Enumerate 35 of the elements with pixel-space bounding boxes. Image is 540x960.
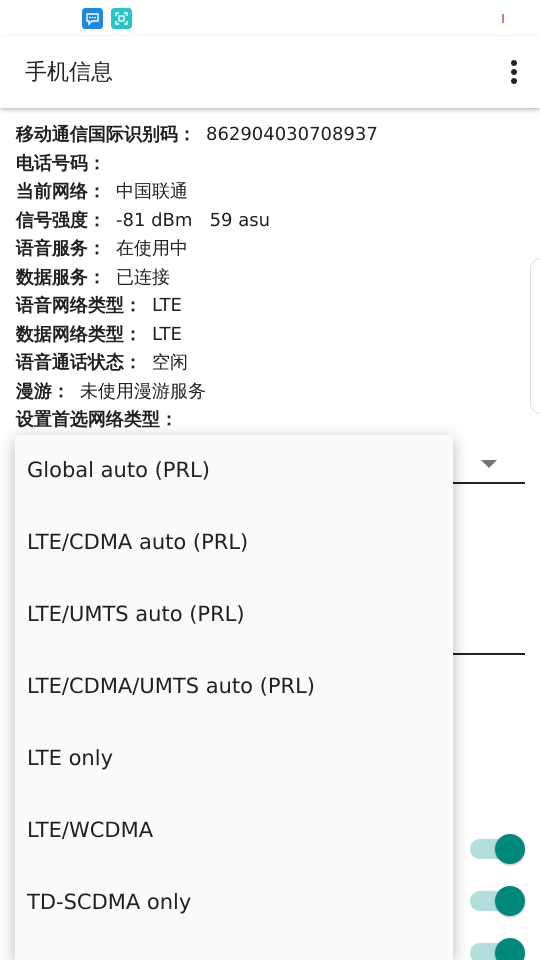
info-label: 数据网络类型：: [16, 322, 142, 346]
dropdown-option[interactable]: LTE/CDMA auto (PRL): [15, 507, 453, 579]
dropdown-option[interactable]: LTE/WCDMA: [15, 795, 453, 867]
more-options-icon[interactable]: [510, 59, 518, 85]
info-label: 电话号码：: [16, 152, 106, 176]
toggle-switch[interactable]: [470, 832, 526, 864]
toggle-switch[interactable]: [470, 884, 526, 916]
info-value: -81 dBm 59 asu: [116, 208, 270, 232]
dropdown-option[interactable]: LTE/UMTS auto (PRL): [15, 579, 453, 651]
info-value: 空闲: [152, 351, 188, 375]
info-label: 漫游：: [16, 380, 70, 404]
scan-icon: [111, 8, 132, 28]
dropdown-option[interactable]: LTE/CDMA/UMTS auto (PRL): [15, 651, 453, 723]
info-label: 信号强度：: [16, 208, 106, 232]
info-label: 语音服务：: [16, 237, 106, 261]
info-value: 在使用中: [116, 237, 188, 261]
info-value: 未使用漫游服务: [80, 380, 206, 404]
info-label: 数据服务：: [16, 266, 106, 290]
info-label: 当前网络：: [16, 180, 106, 204]
info-value: 已连接: [116, 266, 170, 290]
dropdown-option[interactable]: TD-SCDMA only: [15, 867, 453, 939]
toggle-switch[interactable]: [470, 936, 526, 960]
info-value: LTE: [152, 294, 182, 318]
info-label: 语音通话状态：: [16, 351, 142, 375]
dropdown-option[interactable]: LTE only: [15, 723, 453, 795]
info-label: 语音网络类型：: [16, 294, 142, 318]
dropdown-option[interactable]: Global auto (PRL): [15, 435, 453, 507]
app-title: 手机信息: [25, 58, 113, 86]
info-value: 中国联通: [116, 180, 188, 204]
dropdown-arrow-icon: [481, 460, 497, 468]
info-label: 设置首选网络类型：: [16, 408, 178, 432]
info-label: 移动通信国际识别码：: [16, 123, 196, 147]
info-value: LTE: [152, 322, 182, 346]
message-icon: [82, 8, 103, 28]
info-value: 862904030708937: [206, 123, 378, 147]
